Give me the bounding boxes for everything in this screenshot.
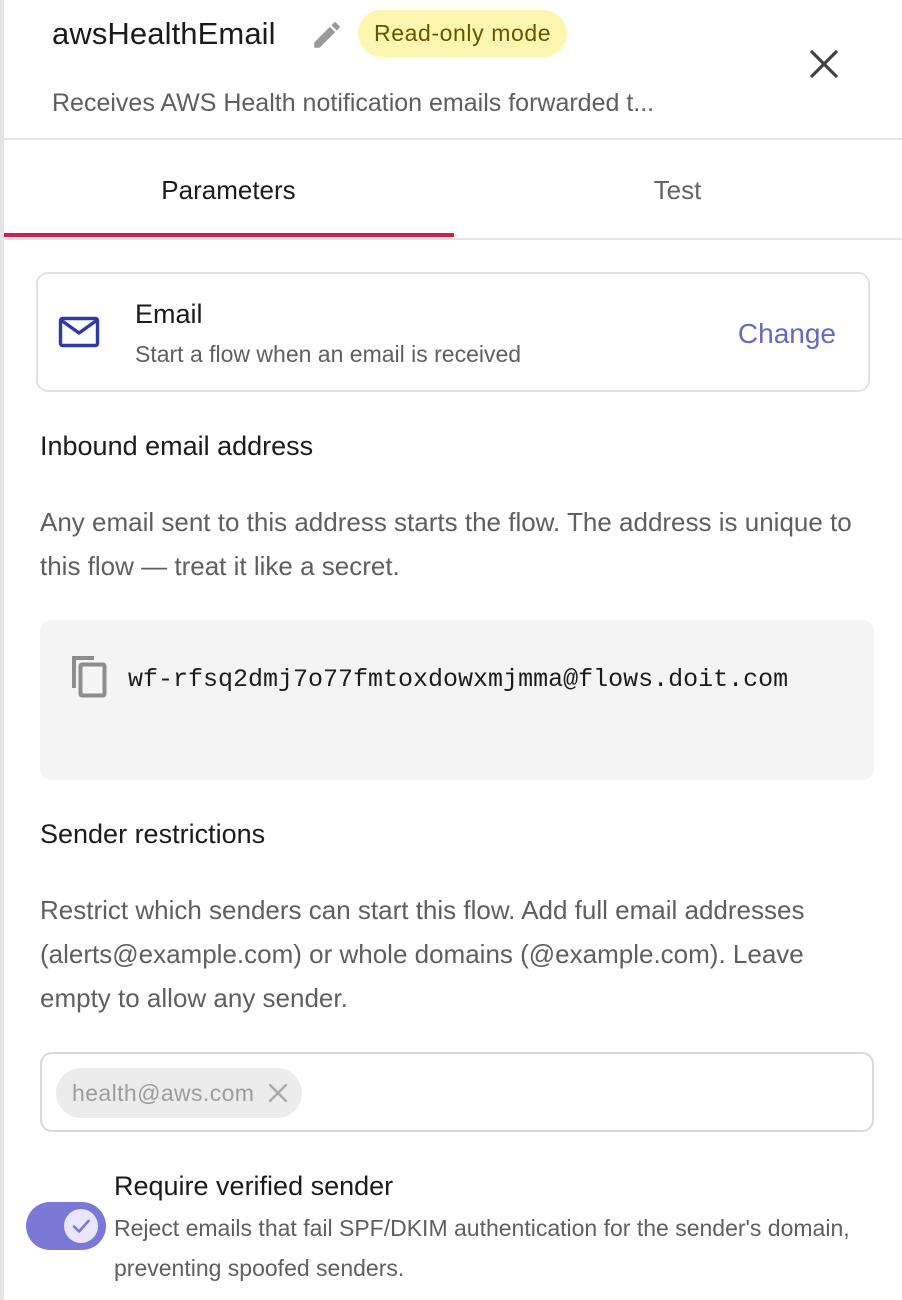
trigger-description: Start a flow when an email is received <box>135 341 522 367</box>
tab-bar: Parameters Test <box>4 140 902 240</box>
inbound-address-box: wf-rfsq2dmj7o77fmtoxdowxmjmma@flows.doit… <box>40 620 874 780</box>
verified-sender-description: Reject emails that fail SPF/DKIM authent… <box>114 1215 850 1281</box>
flow-description: Receives AWS Health notification emails … <box>52 89 655 117</box>
tab-test[interactable]: Test <box>453 140 902 238</box>
sender-chip: health@aws.com <box>56 1068 303 1118</box>
trigger-title: Email <box>135 299 203 329</box>
sender-restrictions-heading: Sender restrictions <box>40 819 266 849</box>
panel-header: awsHealthEmail Read-only mode Receives A… <box>4 0 902 140</box>
flow-detail-panel: awsHealthEmail Read-only mode Receives A… <box>0 0 902 1300</box>
close-icon[interactable] <box>802 42 846 86</box>
check-icon <box>72 1219 90 1233</box>
read-only-badge: Read-only mode <box>358 10 568 57</box>
remove-chip-icon[interactable] <box>266 1081 290 1105</box>
inbound-email-heading: Inbound email address <box>40 431 314 461</box>
require-verified-sender-toggle[interactable] <box>26 1202 106 1250</box>
sender-chip-label: health@aws.com <box>72 1079 255 1106</box>
inbound-email-address: wf-rfsq2dmj7o77fmtoxdowxmjmma@flows.doit… <box>128 665 789 694</box>
verified-sender-title: Require verified sender <box>114 1171 394 1201</box>
change-trigger-button[interactable]: Change <box>738 316 836 352</box>
tab-parameters[interactable]: Parameters <box>4 140 453 238</box>
allowed-senders-input[interactable]: health@aws.com <box>40 1052 874 1132</box>
mail-icon <box>58 314 100 350</box>
sender-restrictions-description: Restrict which senders can start this fl… <box>40 895 805 1013</box>
active-tab-indicator <box>4 233 454 237</box>
flow-title: awsHealthEmail <box>52 16 276 51</box>
inbound-email-description: Any email sent to this address starts th… <box>40 507 852 581</box>
toggle-knob <box>64 1209 98 1243</box>
pencil-icon[interactable] <box>310 18 344 52</box>
copy-icon[interactable] <box>66 652 110 700</box>
trigger-card: Email Start a flow when an email is rece… <box>36 272 870 392</box>
